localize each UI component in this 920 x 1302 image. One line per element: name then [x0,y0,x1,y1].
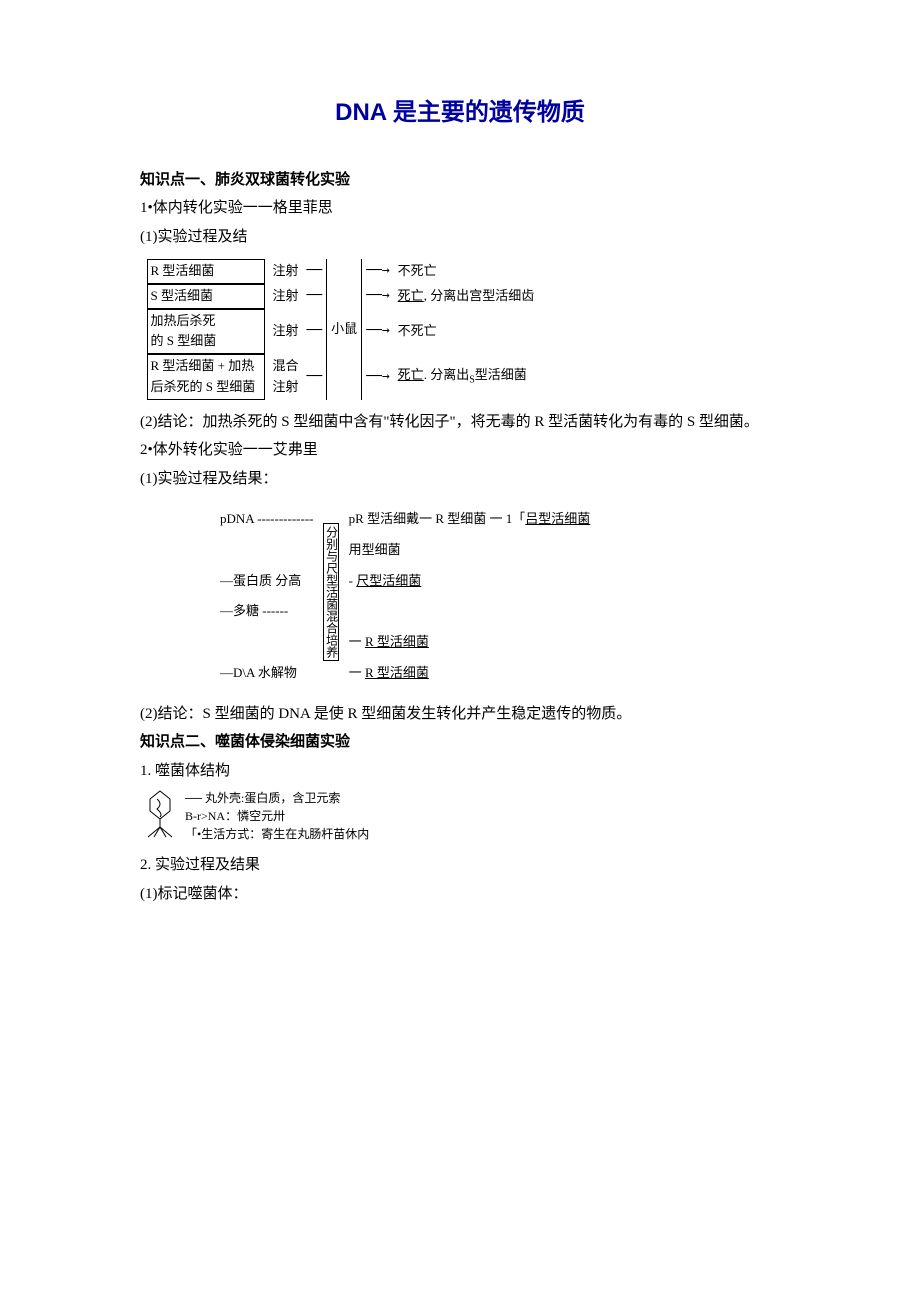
arrow-icon: ──→ [362,309,394,355]
flow-inject-label: 注射 [269,309,303,355]
phage-diagram: ── 丸外壳:蛋白质，含卫元索 B-r>NA：憐空元卅 「•生活方式：寄生在丸肠… [140,789,810,843]
exp2-right: pR 型活细戴一 R 型细菌 一 1「吕型活细菌 [345,505,595,534]
exp2-left: pDNA ------------- [216,505,317,534]
flow-table: R 型活细菌 注射 ── 小鼠 ──→ 不死亡 S 型活细菌 注射 ── ──→… [143,259,539,400]
kp1-exp2-step-label: (1)实验过程及结果： [110,465,810,494]
flow-box-label: 加热后杀死 的 S 型细菌 [147,309,265,355]
kp2-s1-title: 1. 噬菌体结构 [110,757,810,786]
flow-result: 不死亡 [394,259,539,284]
phage-line: B-r>NA：憐空元卅 [185,807,369,825]
exp2-left: —D\A 水解物 [216,659,317,688]
flow-inject-label: 注射 [269,284,303,309]
kp1-heading: 知识点一、肺炎双球菌转化实验 [110,166,810,195]
phage-icon [140,789,180,839]
exp2-left: —多糖 ------ [216,597,317,626]
flow-inject-label: 注射 [269,259,303,284]
page-title: DNA 是主要的遗传物质 [110,90,810,136]
kp1-exp2-diagram: pDNA ------------- 分别与尺型活菌混合培养 pR 型活细戴一 … [214,503,810,689]
exp2-right: 一 R 型活细菌 [345,628,595,657]
exp2-vertical-label: 分别与尺型活菌混合培养 [323,523,338,661]
flow-box-label: R 型活细菌 [147,259,265,284]
exp2-right: 用型细菌 [345,536,595,565]
kp1-exp1-title: 1•体内转化实验一一格里菲思 [110,194,810,223]
flow-box-label: R 型活细菌 + 加热 后杀死的 S 型细菌 [147,354,265,400]
kp2-s2: 2. 实验过程及结果 [110,851,810,880]
page-root: DNA 是主要的遗传物质 知识点一、肺炎双球菌转化实验 1•体内转化实验一一格里… [0,0,920,1302]
arrow-icon: ── [303,354,327,400]
kp1-exp2-title: 2•体外转化实验一一艾弗里 [110,436,810,465]
flow-result: 死亡. 分离出S型活细菌 [394,354,539,400]
arrow-icon: ──→ [362,284,394,309]
kp2-heading: 知识点二、噬菌体侵染细菌实验 [110,728,810,757]
kp1-exp2-conclusion: (2)结论：S 型细菌的 DNA 是使 R 型细菌发生转化并产生稳定遗传的物质。 [110,700,810,729]
exp2-right: - 尺型活细菌 [345,567,595,596]
flow-result: 不死亡 [394,309,539,355]
arrow-icon: ── [303,259,327,284]
kp1-exp1-conclusion: (2)结论：加热杀死的 S 型细菌中含有"转化因子"，将无毒的 R 型活菌转化为… [110,408,810,437]
phage-line: ── 丸外壳:蛋白质，含卫元索 [185,789,369,807]
arrow-icon: ──→ [362,259,394,284]
kp2-s3: (1)标记噬菌体： [110,880,810,909]
arrow-icon: ── [303,284,327,309]
flow-row: R 型活细菌 注射 ── 小鼠 ──→ 不死亡 [143,259,539,284]
kp1-exp1-step-label: (1)实验过程及结 [110,223,810,252]
exp2-right: 一 R 型活细菌 [345,659,595,688]
phage-labels: ── 丸外壳:蛋白质，含卫元索 B-r>NA：憐空元卅 「•生活方式：寄生在丸肠… [185,789,369,843]
flow-box-label: S 型活细菌 [147,284,265,309]
exp2-left: —蛋白质 分高 [216,567,317,596]
flow-inject-label: 混合 注射 [269,354,303,400]
flow-result: 死亡, 分离出宫型活细齿 [394,284,539,309]
kp1-flow-diagram: R 型活细菌 注射 ── 小鼠 ──→ 不死亡 S 型活细菌 注射 ── ──→… [143,259,811,400]
arrow-icon: ──→ [362,354,394,400]
phage-line: 「•生活方式：寄生在丸肠杆苗休内 [185,825,369,843]
flow-mouse-label: 小鼠 [327,259,362,400]
arrow-icon: ── [303,309,327,355]
